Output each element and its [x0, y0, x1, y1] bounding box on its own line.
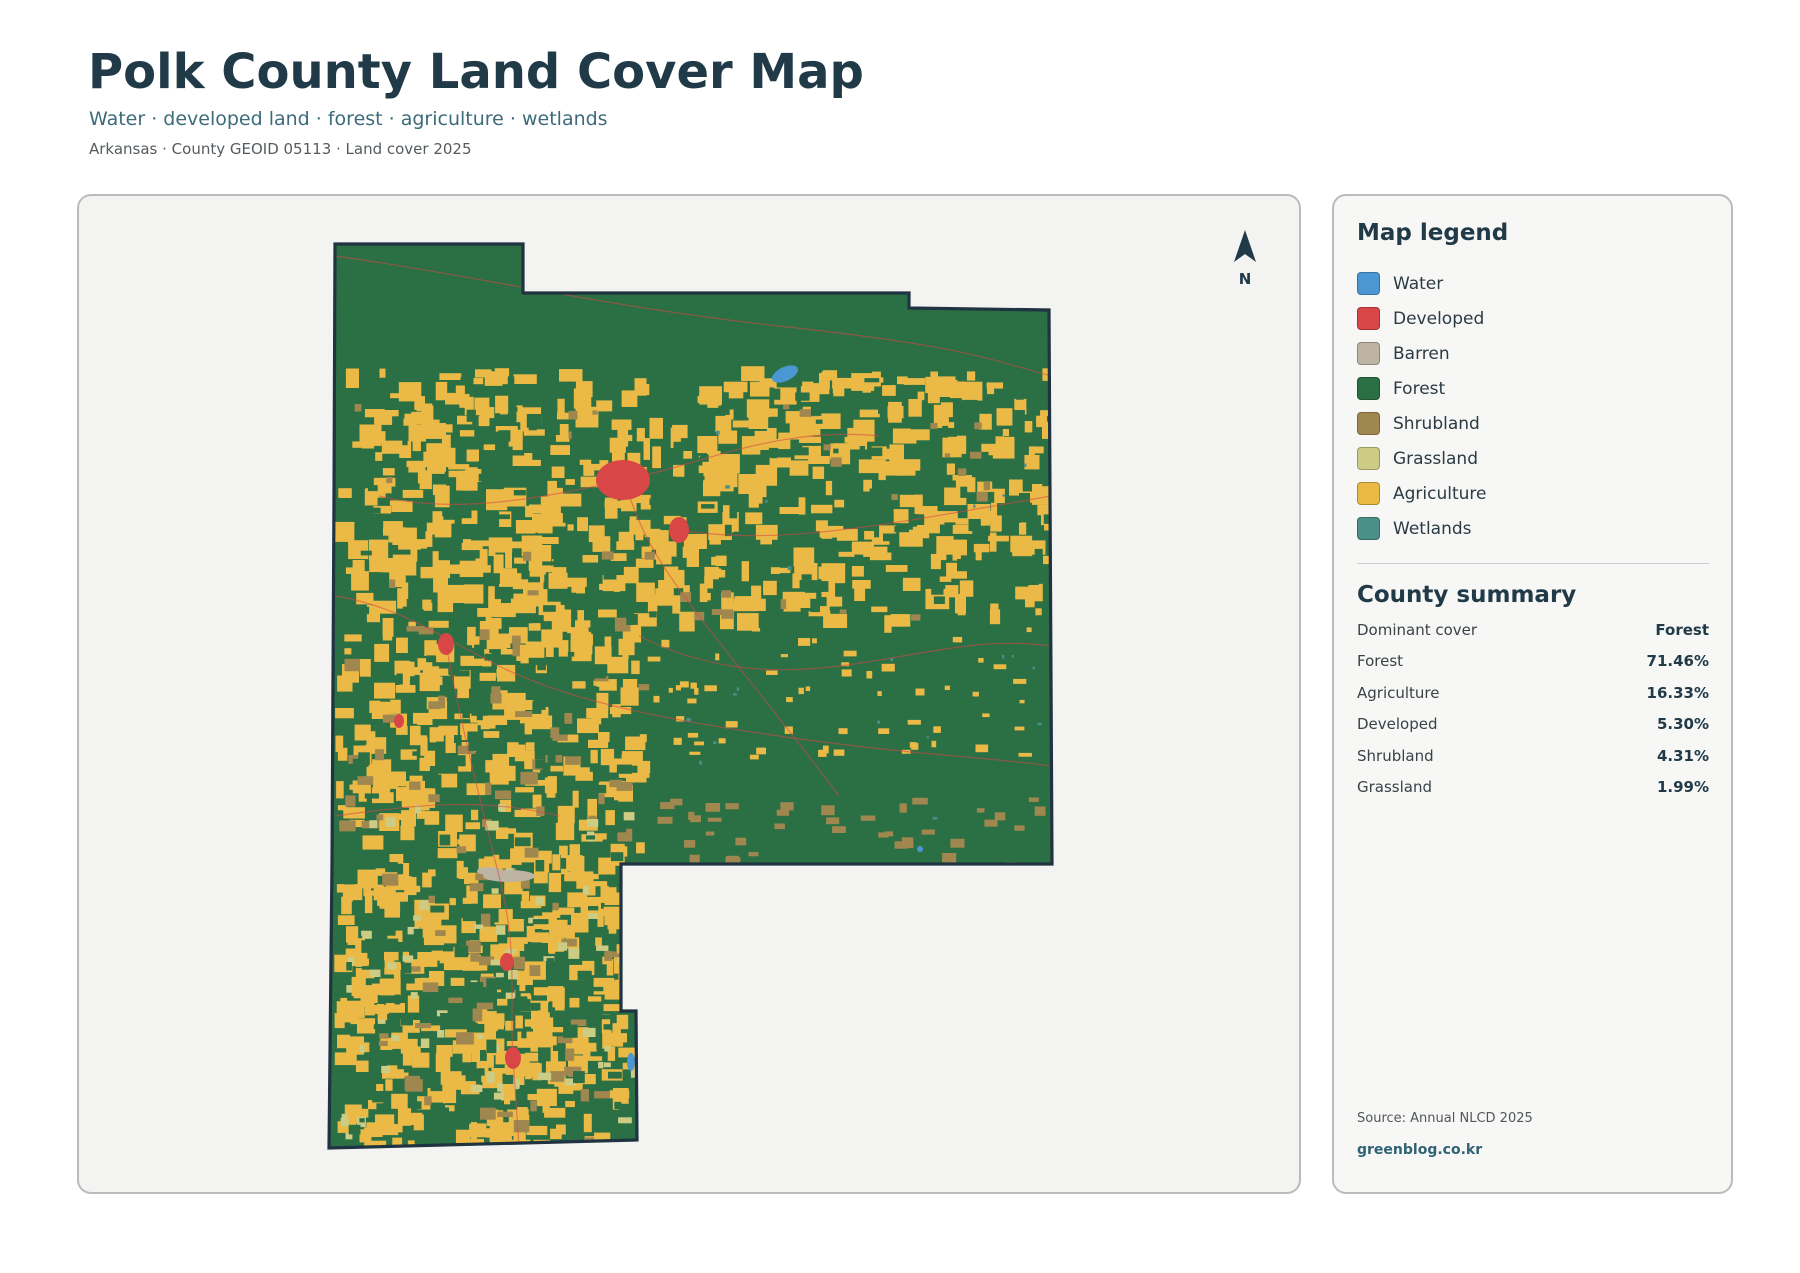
legend-divider [1357, 563, 1709, 564]
land-cover-raster [329, 244, 1052, 1148]
summary-value: 5.30% [1656, 715, 1709, 734]
legend-label: Barren [1393, 343, 1450, 364]
summary-row: Developed 5.30% [1357, 709, 1709, 741]
legend-item-wetlands: Wetlands [1357, 511, 1487, 546]
site-credit-link[interactable]: greenblog.co.kr [1357, 1142, 1482, 1158]
summary-label: Grassland [1357, 778, 1432, 797]
summary-label: Agriculture [1357, 683, 1440, 702]
map-panel[interactable]: N [77, 194, 1301, 1194]
data-source: Source: Annual NLCD 2025 [1357, 1111, 1533, 1126]
legend-item-grassland: Grassland [1357, 441, 1487, 476]
legend-swatch-barren [1357, 342, 1380, 365]
summary-label: Forest [1357, 652, 1404, 671]
legend-swatch-developed [1357, 307, 1380, 330]
summary-value: Forest [1655, 620, 1709, 639]
legend-item-barren: Barren [1357, 336, 1487, 371]
county-map[interactable]: N [79, 196, 1301, 1194]
summary-row: Forest 71.46% [1357, 646, 1709, 678]
legend-item-shrubland: Shrubland [1357, 406, 1487, 441]
page-title: Polk County Land Cover Map [88, 44, 864, 100]
summary-row: Grassland 1.99% [1357, 772, 1709, 804]
north-label: N [1239, 270, 1252, 288]
legend-swatch-wetlands [1357, 517, 1380, 540]
summary-label: Shrubland [1357, 746, 1434, 765]
legend-label: Water [1393, 273, 1444, 294]
legend-label: Developed [1393, 308, 1485, 329]
summary-row: Agriculture 16.33% [1357, 677, 1709, 709]
legend-title: Map legend [1357, 220, 1509, 246]
legend-item-agriculture: Agriculture [1357, 476, 1487, 511]
county-summary: Dominant cover Forest Forest 71.46% Agricu… [1357, 614, 1709, 803]
summary-title: County summary [1357, 582, 1577, 608]
legend-label: Agriculture [1393, 483, 1487, 504]
north-arrow: N [1234, 230, 1256, 288]
summary-row: Shrubland 4.31% [1357, 740, 1709, 772]
legend-list: Water Developed Barren Forest Shrubland … [1357, 266, 1487, 546]
legend-swatch-shrubland [1357, 412, 1380, 435]
legend-swatch-water [1357, 272, 1380, 295]
legend-label: Wetlands [1393, 518, 1472, 539]
legend-item-developed: Developed [1357, 301, 1487, 336]
summary-value: 4.31% [1656, 746, 1709, 765]
summary-row: Dominant cover Forest [1357, 614, 1709, 646]
legend-label: Shrubland [1393, 413, 1480, 434]
page-meta: Arkansas · County GEOID 05113 · Land cov… [89, 140, 472, 158]
legend-swatch-agriculture [1357, 482, 1380, 505]
legend-item-forest: Forest [1357, 371, 1487, 406]
legend-label: Grassland [1393, 448, 1478, 469]
summary-value: 16.33% [1646, 683, 1709, 702]
summary-label: Developed [1357, 715, 1438, 734]
legend-swatch-grassland [1357, 447, 1380, 470]
legend-panel: Map legend Water Developed Barren Forest… [1332, 194, 1733, 1194]
summary-label: Dominant cover [1357, 620, 1478, 639]
legend-swatch-forest [1357, 377, 1380, 400]
summary-value: 1.99% [1656, 778, 1709, 797]
legend-item-water: Water [1357, 266, 1487, 301]
summary-value: 71.46% [1646, 652, 1709, 671]
legend-label: Forest [1393, 378, 1446, 399]
page-subtitle: Water · developed land · forest · agricu… [89, 108, 608, 130]
north-arrow-icon [1234, 230, 1256, 262]
